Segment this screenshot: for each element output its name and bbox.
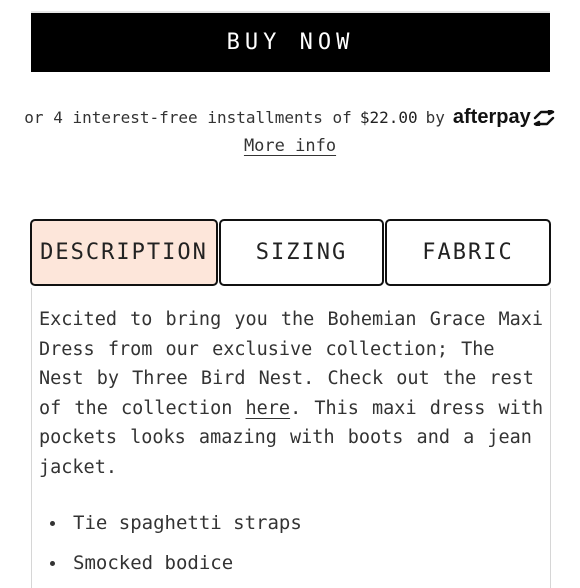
- bullet-icon: [50, 560, 55, 566]
- more-info-link[interactable]: More info: [0, 136, 580, 156]
- list-item: Smocked bodice: [50, 543, 302, 583]
- feature-list: Tie spaghetti straps Smocked bodice: [50, 503, 302, 583]
- afterpay-arrows-icon: [533, 109, 554, 126]
- tab-fabric[interactable]: FABRIC: [385, 219, 551, 286]
- bullet-icon: [50, 520, 55, 526]
- description-text: Excited to bring you the Bohemian Grace …: [39, 305, 544, 483]
- installment-amount: $22.00: [359, 108, 418, 127]
- afterpay-logo: afterpay: [453, 106, 556, 129]
- tab-sizing[interactable]: SIZING: [219, 219, 384, 286]
- collection-link[interactable]: here: [246, 398, 291, 419]
- list-item-label: Tie spaghetti straps: [73, 512, 302, 534]
- afterpay-prefix: or 4 interest-free installments of: [24, 108, 352, 127]
- list-item-label: Smocked bodice: [73, 552, 234, 574]
- afterpay-by: by: [425, 108, 445, 127]
- tab-description[interactable]: DESCRIPTION: [30, 219, 218, 286]
- buy-now-button[interactable]: BUY NOW: [31, 13, 550, 72]
- afterpay-brand: afterpay: [452, 106, 531, 128]
- afterpay-installments: or 4 interest-free installments of $22.0…: [0, 106, 580, 129]
- list-item: Tie spaghetti straps: [50, 503, 302, 543]
